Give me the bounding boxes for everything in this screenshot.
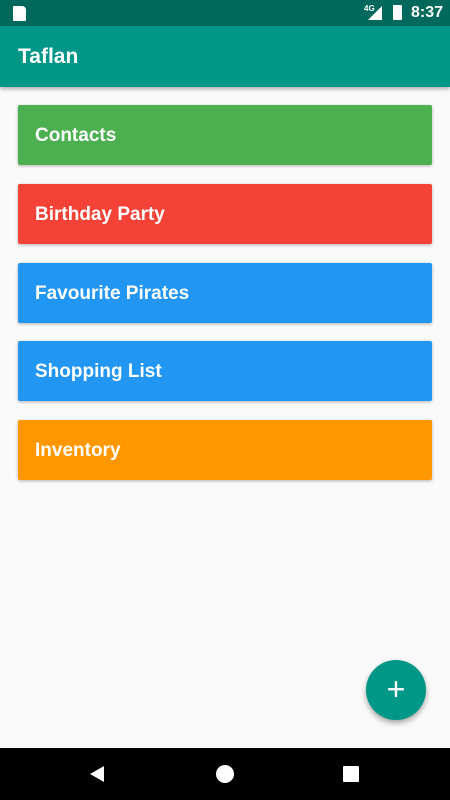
add-list-button[interactable]: +: [366, 660, 426, 720]
status-bar: 4G 8:37: [0, 0, 450, 26]
navigation-bar: [0, 748, 450, 800]
battery-charging-icon: [393, 5, 402, 20]
list-card[interactable]: Inventory: [18, 420, 432, 480]
home-icon[interactable]: [216, 765, 234, 783]
list-card-label: Inventory: [35, 440, 121, 461]
list-card[interactable]: Birthday Party: [18, 184, 432, 244]
list-card[interactable]: Favourite Pirates: [18, 263, 432, 323]
list-card-label: Contacts: [35, 125, 117, 146]
list-card-label: Favourite Pirates: [35, 283, 190, 304]
app-bar: Taflan: [0, 26, 450, 87]
clock: 8:37: [411, 4, 444, 21]
recent-apps-icon[interactable]: [343, 766, 359, 782]
sd-card-icon: [13, 6, 26, 21]
list-card[interactable]: Shopping List: [18, 341, 432, 401]
list-card-label: Birthday Party: [35, 204, 165, 225]
back-icon[interactable]: [90, 766, 104, 782]
list-card-label: Shopping List: [35, 361, 162, 382]
app-title: Taflan: [18, 45, 79, 68]
signal-icon: [368, 6, 382, 20]
list-card[interactable]: Contacts: [18, 105, 432, 165]
